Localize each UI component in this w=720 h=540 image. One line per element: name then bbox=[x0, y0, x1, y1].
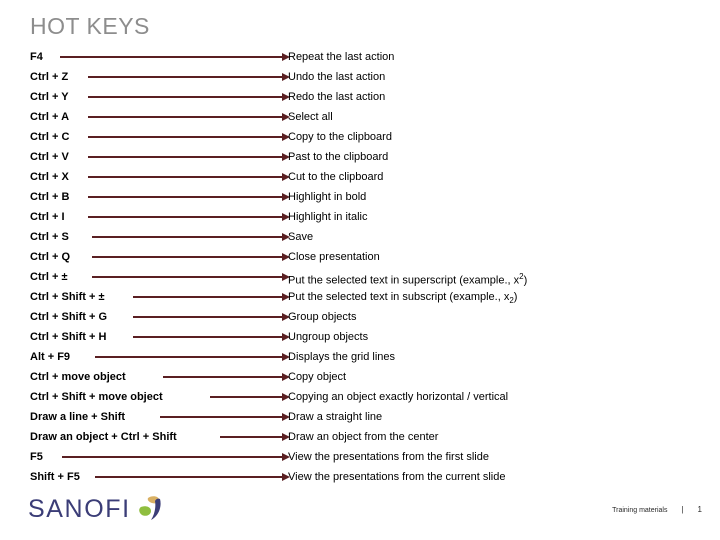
sanofi-wordmark: SANOFI bbox=[28, 494, 131, 523]
hotkey-description: View the presentations from the first sl… bbox=[288, 451, 489, 463]
hotkey-arrow-icon bbox=[95, 473, 290, 481]
hotkey-key-label: Ctrl + Shift + move object bbox=[30, 391, 163, 403]
hotkey-description: Copy object bbox=[288, 371, 347, 383]
hotkey-row: Ctrl + B Highlight in bold bbox=[0, 187, 720, 207]
hotkey-key-label: Ctrl + Shift + G bbox=[30, 311, 108, 323]
hotkey-row: Ctrl + S Save bbox=[0, 227, 720, 247]
hotkey-row: Ctrl + A Select all bbox=[0, 107, 720, 127]
hotkey-key-label: Ctrl + ± bbox=[30, 271, 68, 283]
hotkey-arrow-icon bbox=[60, 53, 290, 61]
hotkey-key-label: Ctrl + Shift + ± bbox=[30, 291, 105, 303]
hotkey-row: Ctrl + ± Put the selected text in supersc… bbox=[0, 267, 720, 287]
hotkey-key-label: Ctrl + V bbox=[30, 151, 69, 163]
hotkey-list: F4 Repeat the last action Ctrl + Z Undo the… bbox=[0, 47, 720, 487]
footer-meta: Training materials | 1 bbox=[612, 505, 702, 514]
hotkey-description: Cut to the clipboard bbox=[288, 171, 384, 183]
hotkey-arrow-icon bbox=[88, 213, 290, 221]
hotkey-row: F4 Repeat the last action bbox=[0, 47, 720, 67]
hotkey-description: Put the selected text in subscript (exam… bbox=[288, 291, 518, 306]
hotkey-key-label: Ctrl + X bbox=[30, 171, 69, 183]
hotkey-description: Save bbox=[288, 231, 314, 243]
hotkey-description: Undo the last action bbox=[288, 71, 386, 83]
hotkey-description: Close presentation bbox=[288, 251, 380, 263]
hotkey-key-label: Ctrl + B bbox=[30, 191, 70, 203]
hotkey-description: Copying an object exactly horizontal / v… bbox=[288, 391, 509, 403]
hotkey-key-label: Ctrl + Q bbox=[30, 251, 71, 263]
hotkey-arrow-icon bbox=[220, 433, 290, 441]
footer-page-number: 1 bbox=[697, 505, 702, 514]
hotkey-arrow-icon bbox=[210, 393, 290, 401]
hotkey-arrow-icon bbox=[133, 293, 290, 301]
hotkey-description: Redo the last action bbox=[288, 91, 386, 103]
slide-canvas: HOT KEYS F4 Repeat the last action Ctrl + … bbox=[0, 0, 720, 540]
hotkey-key-label: Ctrl + S bbox=[30, 231, 69, 243]
hotkey-key-label: Ctrl + A bbox=[30, 111, 70, 123]
hotkey-key-label: Ctrl + Shift + H bbox=[30, 331, 107, 343]
slide-footer: SANOFI Training materials | 1 bbox=[0, 488, 720, 540]
sanofi-logo: SANOFI bbox=[28, 494, 167, 524]
hotkey-description: Group objects bbox=[288, 311, 357, 323]
footer-separator: | bbox=[681, 505, 684, 514]
hotkey-arrow-icon bbox=[92, 233, 290, 241]
hotkey-key-label: Alt + F9 bbox=[30, 351, 71, 363]
hotkey-row: Ctrl + I Highlight in italic bbox=[0, 207, 720, 227]
hotkey-row: F5 View the presentations from the first … bbox=[0, 447, 720, 467]
hotkey-row: Draw a line + Shift Draw a straight line bbox=[0, 407, 720, 427]
hotkey-row: Ctrl + Shift + H Ungroup objects bbox=[0, 327, 720, 347]
hotkey-key-label: Draw a line + Shift bbox=[30, 411, 126, 423]
hotkey-arrow-icon bbox=[62, 453, 290, 461]
hotkey-key-label: Ctrl + move object bbox=[30, 371, 126, 383]
hotkey-row: Ctrl + move object Copy object bbox=[0, 367, 720, 387]
hotkey-arrow-icon bbox=[133, 313, 290, 321]
hotkey-arrow-icon bbox=[88, 173, 290, 181]
hotkey-arrow-icon bbox=[92, 253, 290, 261]
footer-training-label: Training materials bbox=[612, 507, 668, 514]
hotkey-row: Ctrl + Y Redo the last action bbox=[0, 87, 720, 107]
hotkey-description: Put the selected text in superscript (ex… bbox=[288, 272, 528, 287]
hotkey-row: Ctrl + C Copy to the clipboard bbox=[0, 127, 720, 147]
hotkey-description: Copy to the clipboard bbox=[288, 131, 392, 143]
hotkey-arrow-icon bbox=[88, 113, 290, 121]
hotkey-row: Ctrl + Q Close presentation bbox=[0, 247, 720, 267]
hotkey-row: Ctrl + Shift + G Group objects bbox=[0, 307, 720, 327]
hotkey-key-label: F4 bbox=[30, 51, 43, 63]
hotkey-description: Displays the grid lines bbox=[288, 351, 395, 363]
hotkey-description: Draw a straight line bbox=[288, 411, 383, 423]
hotkey-row: Ctrl + X Cut to the clipboard bbox=[0, 167, 720, 187]
hotkey-description: Highlight in bold bbox=[288, 191, 367, 203]
hotkey-row: Ctrl + Shift + move object Copying an obj… bbox=[0, 387, 720, 407]
hotkey-arrow-icon bbox=[133, 333, 290, 341]
hotkey-description: Highlight in italic bbox=[288, 211, 368, 223]
hotkey-description: Ungroup objects bbox=[288, 331, 369, 343]
hotkey-description: View the presentations from the current … bbox=[288, 471, 506, 483]
sanofi-bird-emblem bbox=[138, 496, 161, 520]
hotkey-key-label: Draw an object + Ctrl + Shift bbox=[30, 431, 177, 443]
hotkey-row: Shift + F5 View the presentations from th… bbox=[0, 467, 720, 487]
hotkey-row: Draw an object + Ctrl + Shift Draw an obj… bbox=[0, 427, 720, 447]
hotkey-key-label: Ctrl + I bbox=[30, 211, 65, 223]
hotkey-arrow-icon bbox=[88, 133, 290, 141]
hotkey-row: Ctrl + Z Undo the last action bbox=[0, 67, 720, 87]
hotkey-arrow-icon bbox=[160, 413, 290, 421]
hotkey-description: Past to the clipboard bbox=[288, 151, 389, 163]
hotkey-description: Draw an object from the center bbox=[288, 431, 439, 443]
hotkey-arrow-icon bbox=[88, 153, 290, 161]
hotkey-key-label: Shift + F5 bbox=[30, 471, 80, 483]
hotkey-row: Ctrl + V Past to the clipboard bbox=[0, 147, 720, 167]
hotkey-description: Repeat the last action bbox=[288, 51, 395, 63]
hotkey-key-label: F5 bbox=[30, 451, 43, 463]
hotkey-description: Select all bbox=[288, 111, 333, 123]
hotkey-arrow-icon bbox=[88, 93, 290, 101]
hotkey-arrow-icon bbox=[163, 373, 290, 381]
hotkey-arrow-icon bbox=[92, 273, 290, 281]
hotkey-key-label: Ctrl + C bbox=[30, 131, 70, 143]
hotkey-key-label: Ctrl + Z bbox=[30, 71, 69, 83]
hotkey-arrow-icon bbox=[88, 73, 290, 81]
hotkey-arrow-icon bbox=[95, 353, 290, 361]
hotkey-row: Ctrl + Shift + ± Put the selected text in… bbox=[0, 287, 720, 307]
page-title: HOT KEYS bbox=[30, 13, 150, 39]
hotkey-key-label: Ctrl + Y bbox=[30, 91, 69, 103]
hotkey-row: Alt + F9 Displays the grid lines bbox=[0, 347, 720, 367]
hotkey-arrow-icon bbox=[88, 193, 290, 201]
